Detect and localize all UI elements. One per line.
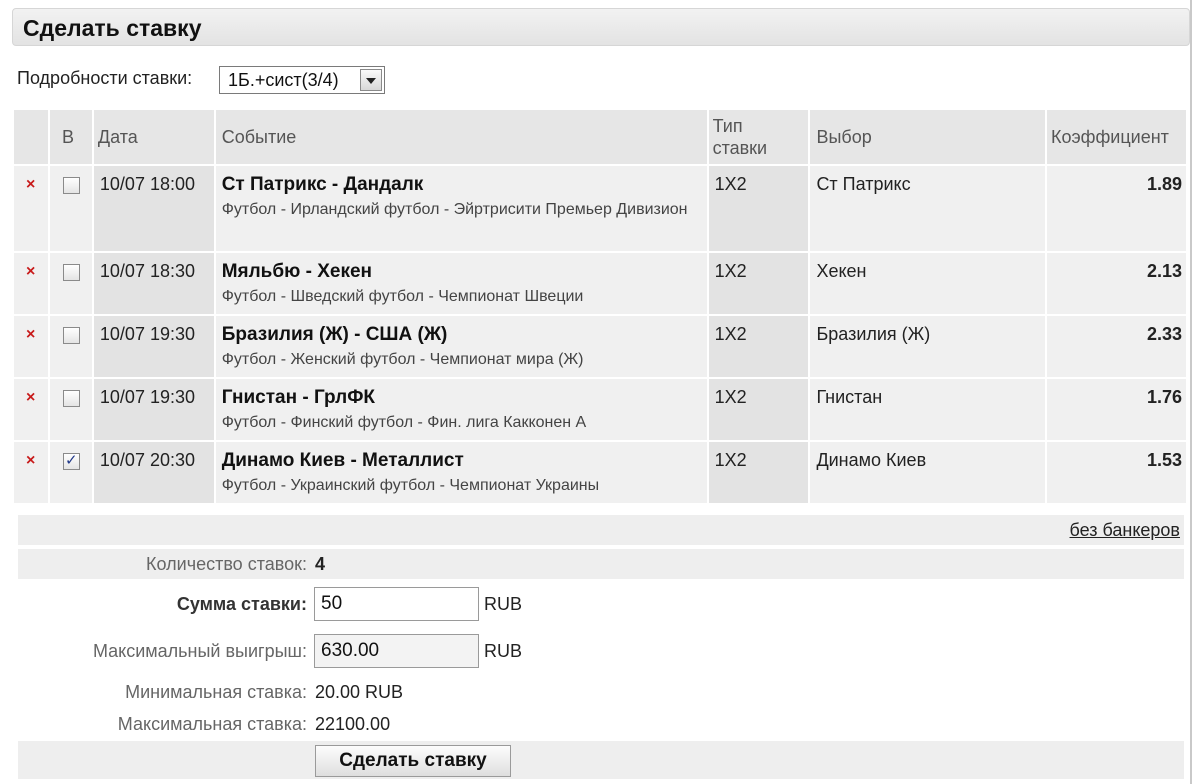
banker-checkbox[interactable] [62,264,80,281]
row-selection: Динамо Киев [808,440,1047,505]
banker-checkbox[interactable] [62,327,80,344]
place-bet-button[interactable]: Сделать ставку [315,745,511,777]
row-event-title: Динамо Киев - Металлист [221,450,464,471]
stake-input[interactable]: 50 [314,587,479,621]
table-row: × 10/07 18:00 Ст Патрикс - Дандалк Футбо… [12,164,1188,253]
row-bet-type: 1X2 [706,251,811,316]
bet-count-value: 4 [315,554,326,574]
row-date: 10/07 19:30 [91,314,216,379]
row-date: 10/07 18:00 [91,164,216,253]
table-row: × 10/07 19:30 Гнистан - ГрлФК Футбол - Ф… [12,377,1188,442]
table-header-row: В Дата Событие Тип ставки Выбор Коэффици… [12,108,1188,166]
footer-bar [18,741,1184,779]
header-banker: В [47,108,94,166]
chevron-down-icon[interactable] [360,69,382,91]
row-date: 10/07 20:30 [91,440,216,505]
header-bar: Сделать ставку [12,8,1190,46]
min-bet-value: 20.00 RUB [315,682,404,702]
row-odds: 2.33 [1045,314,1188,379]
page-title: Сделать ставку [23,15,202,41]
bet-slip-panel: Сделать ставку Подробности ставки: 1Б.+с… [0,0,1200,784]
row-event-cell: Бразилия (Ж) - США (Ж) Футбол - Женский … [213,314,709,379]
max-win-label: Максимальный выигрыш: [92,641,307,661]
header-odds: Коэффициент [1045,108,1188,166]
bet-details-label: Подробности ставки: [17,68,193,88]
row-bet-type: 1X2 [706,164,811,253]
close-icon[interactable]: × [14,253,48,281]
banker-checkbox[interactable] [62,390,80,407]
row-event-cell: Динамо Киев - Металлист Футбол - Украинс… [213,440,709,505]
row-event-title: Ст Патрикс - Дандалк [221,174,424,195]
row-odds: 2.13 [1045,251,1188,316]
row-event-title: Бразилия (Ж) - США (Ж) [221,324,448,345]
close-icon[interactable]: × [14,442,48,470]
max-bet-label: Максимальная ставка: [117,714,307,734]
stake-label: Сумма ставки: [176,594,307,614]
min-bet-label: Минимальная ставка: [125,682,307,702]
header-bet-type-line2: ставки [712,138,768,158]
header-bet-type: Тип ставки [706,108,811,166]
row-event-cell: Гнистан - ГрлФК Футбол - Финский футбол … [213,377,709,442]
bet-count-label: Количество ставок: [146,554,307,574]
row-odds: 1.89 [1045,164,1188,253]
row-bet-type: 1X2 [706,440,811,505]
row-odds: 1.53 [1045,440,1188,505]
row-selection: Хекен [808,251,1047,316]
row-date: 10/07 18:30 [91,251,216,316]
row-selection: Гнистан [808,377,1047,442]
max-bet-value: 22100.00 [315,714,391,734]
no-bankers-link[interactable]: без банкеров [1070,520,1181,541]
row-selection: Ст Патрикс [808,164,1047,253]
summary-bar: без банкеров [18,515,1184,545]
row-selection: Бразилия (Ж) [808,314,1047,379]
row-league: Футбол - Ирландский футбол - Эйртрисити … [221,201,688,218]
row-event-cell: Мяльбю - Хекен Футбол - Шведский футбол … [213,251,709,316]
row-bet-type: 1X2 [706,377,811,442]
row-event-title: Мяльбю - Хекен [221,261,373,282]
close-icon[interactable]: × [14,316,48,344]
bets-table: В Дата Событие Тип ставки Выбор Коэффици… [12,108,1188,505]
banker-checkbox[interactable] [62,177,80,194]
table-row: × 10/07 20:30 Динамо Киев - Металлист Фу… [12,440,1188,505]
header-selection: Выбор [808,108,1047,166]
bet-details-selected-value: 1Б.+сист(3/4) [228,70,339,90]
close-icon[interactable]: × [14,379,48,407]
header-event: Событие [213,108,709,166]
panel-border [1190,0,1192,784]
row-league: Футбол - Украинский футбол - Чемпионат У… [221,477,600,494]
row-league: Футбол - Финский футбол - Фин. лига Какк… [221,414,587,431]
row-league: Футбол - Шведский футбол - Чемпионат Шве… [221,288,584,305]
table-row: × 10/07 19:30 Бразилия (Ж) - США (Ж) Фут… [12,314,1188,379]
header-date: Дата [91,108,216,166]
row-event-title: Гнистан - ГрлФК [221,387,376,408]
close-icon[interactable]: × [14,166,48,194]
banker-checkbox[interactable] [62,451,80,470]
max-win-field: 630.00 [314,634,479,668]
max-win-currency: RUB [484,641,523,661]
table-row: × 10/07 18:30 Мяльбю - Хекен Футбол - Шв… [12,251,1188,316]
header-remove [12,108,50,166]
stake-currency: RUB [484,594,523,614]
header-bet-type-line1: Тип [712,116,743,136]
row-bet-type: 1X2 [706,314,811,379]
row-date: 10/07 19:30 [91,377,216,442]
bet-details-select[interactable]: 1Б.+сист(3/4) [219,66,385,94]
row-odds: 1.76 [1045,377,1188,442]
row-event-cell: Ст Патрикс - Дандалк Футбол - Ирландский… [213,164,709,253]
row-league: Футбол - Женский футбол - Чемпионат мира… [221,351,584,368]
